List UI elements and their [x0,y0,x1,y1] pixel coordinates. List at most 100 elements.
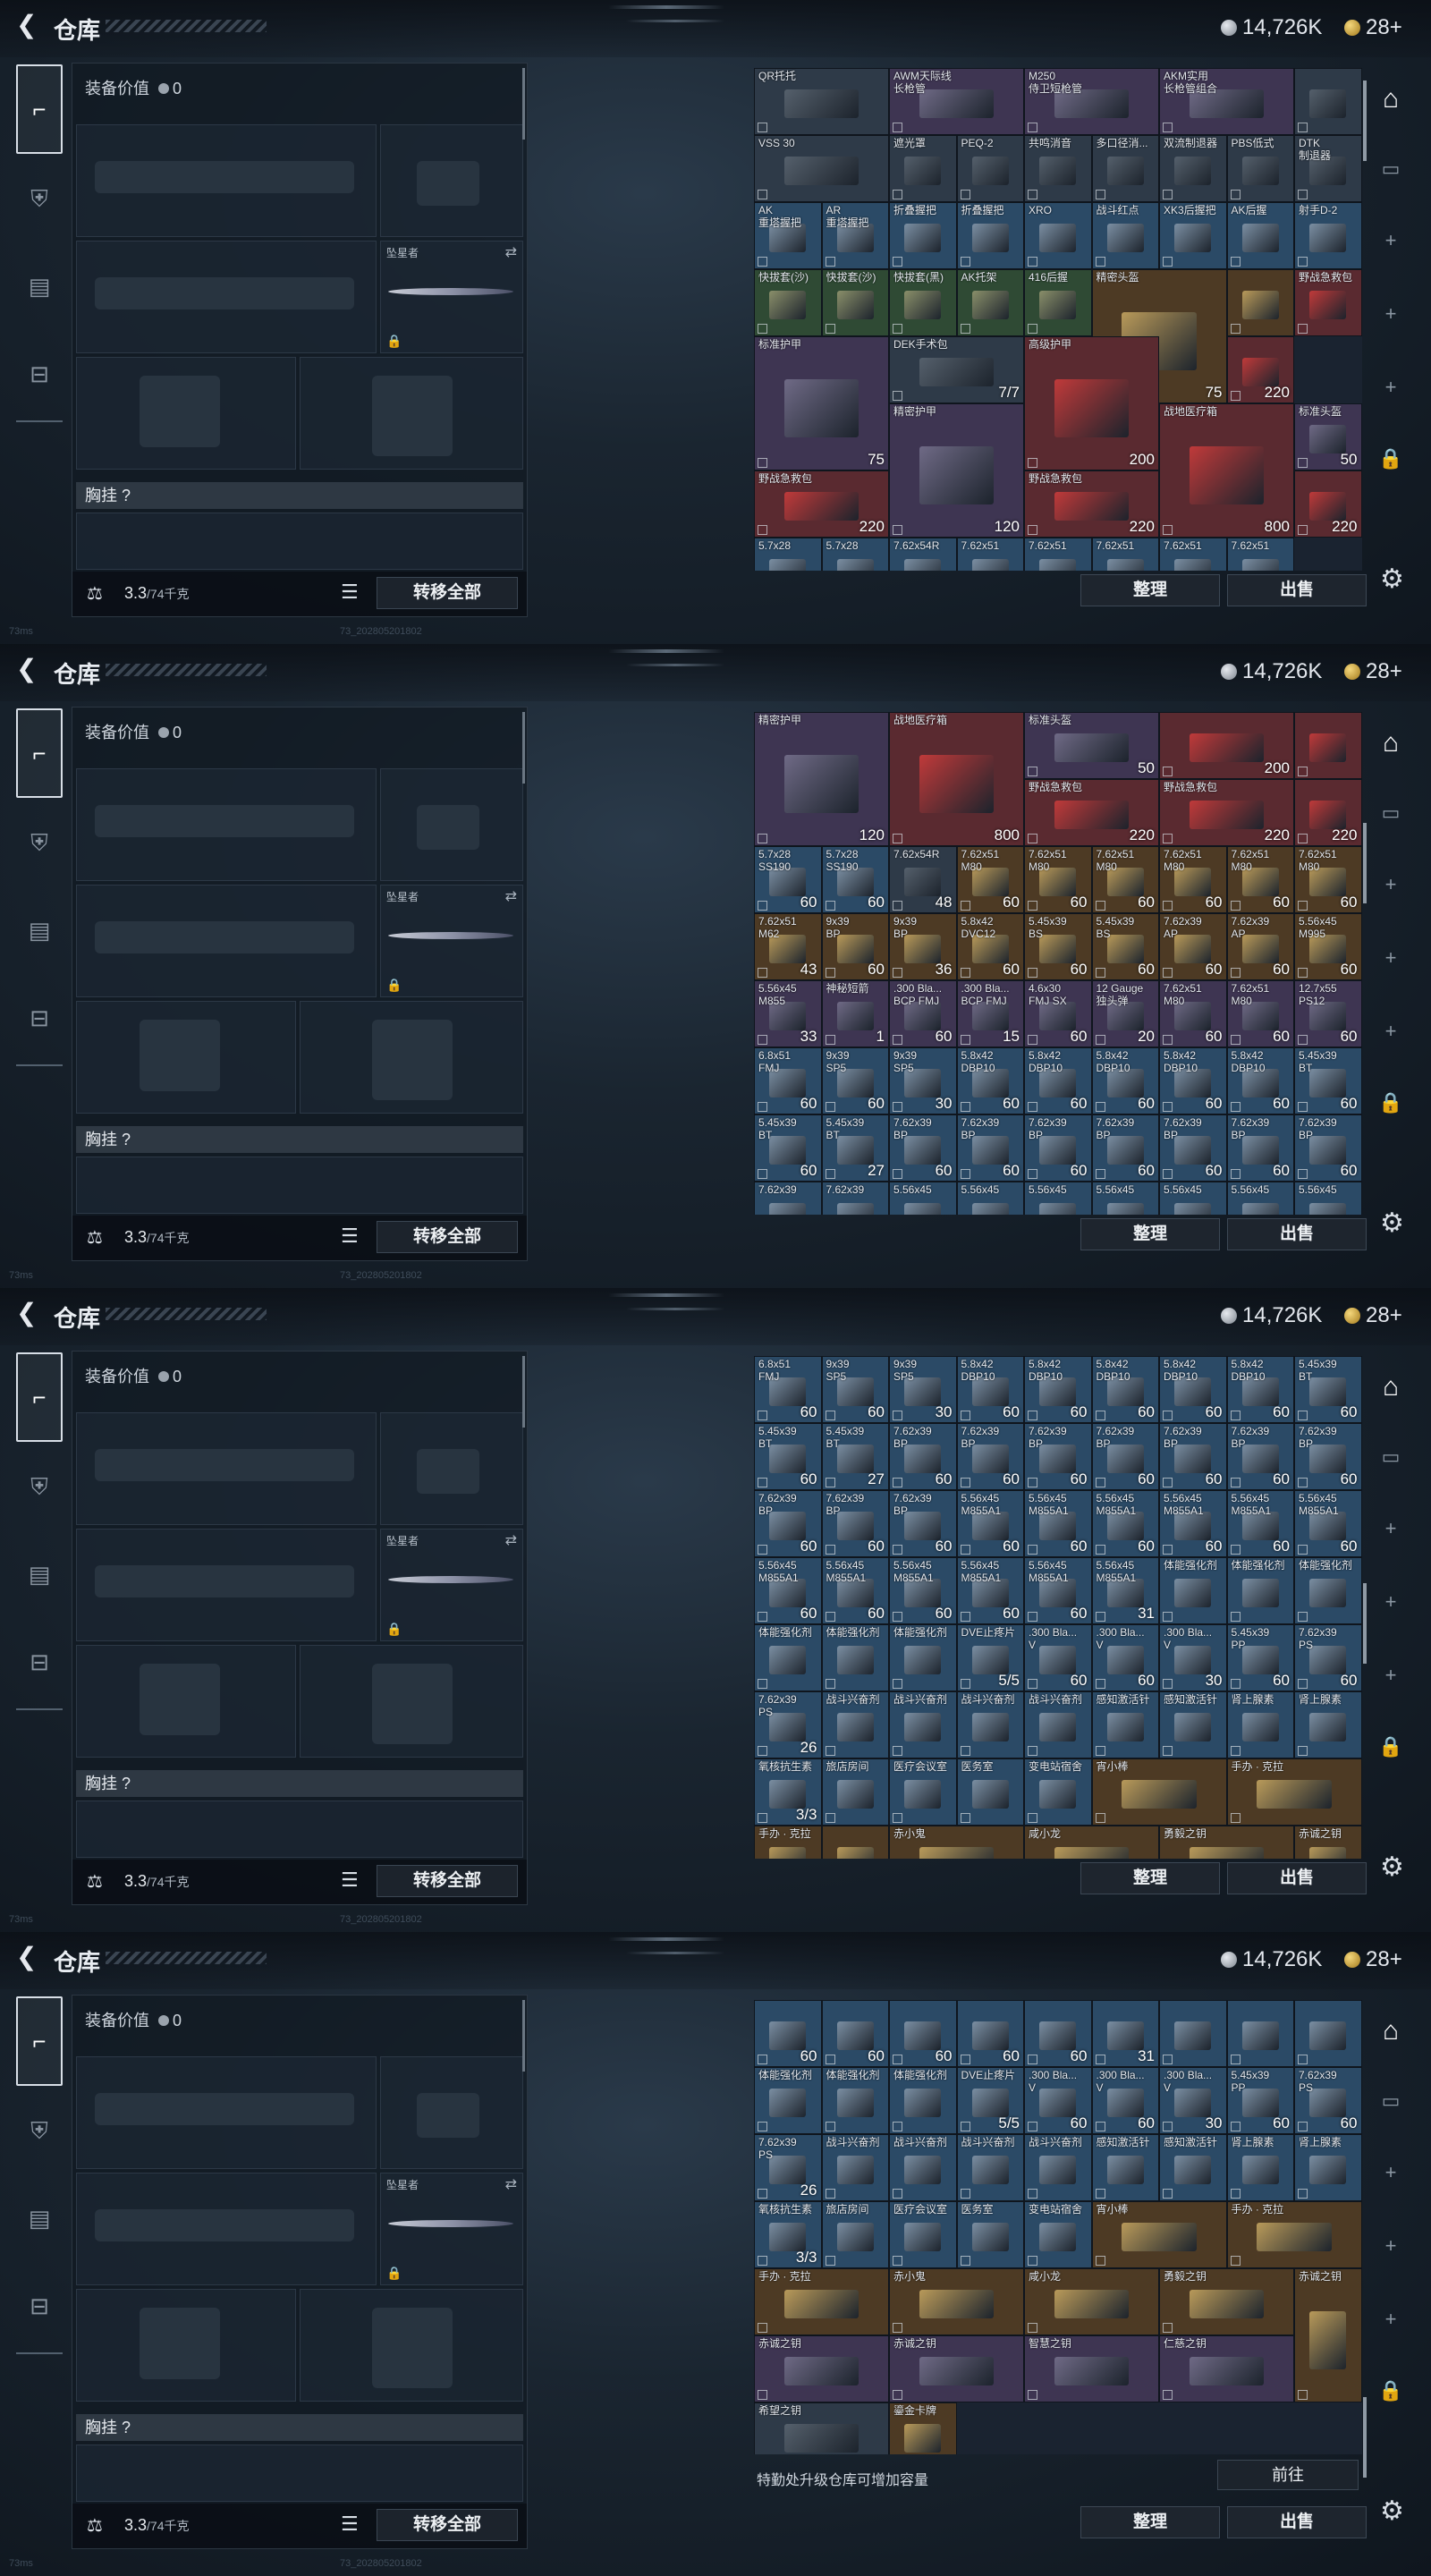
inventory-item[interactable]: 6.8x51 FMJ 60 [754,1047,822,1114]
inventory-item[interactable]: .300 Bla... V 60 [1091,1624,1159,1691]
inventory-item[interactable]: 5.56x45 M855A1 60 [1024,1557,1092,1624]
inventory-item[interactable]: 9x39 SP5 30 [889,1356,957,1423]
inventory-item[interactable]: 7.62x51 [1024,538,1092,571]
inventory-item[interactable]: 7.62x39 BP 60 [1226,1423,1294,1490]
inventory-item[interactable]: 体能强化剂 [1159,1557,1227,1624]
inventory-item[interactable]: 60 [821,2000,889,2067]
inventory-item[interactable]: 7.62x39 [821,1182,889,1215]
inventory-item[interactable]: 体能强化剂 [821,1624,889,1691]
sort-button[interactable]: 整理 [1080,1862,1220,1894]
inventory-item[interactable]: 7.62x39 BP 60 [1294,1423,1362,1490]
add-tab-icon[interactable]: + [1368,2161,1413,2184]
inventory-item[interactable]: 医疗会议室 [889,1758,957,1826]
inventory-item[interactable]: 7.62x39 AP 60 [1226,913,1294,980]
inventory-item[interactable]: 体能强化剂 [1294,1557,1362,1624]
inventory-item[interactable]: 肾上腺素 [1294,2134,1362,2201]
inventory-item[interactable]: 感知激活针 [1159,2134,1227,2201]
sort-button[interactable]: 整理 [1080,1218,1220,1250]
add-tab-icon[interactable]: + [1368,1590,1413,1614]
inventory-item[interactable]: 5.56x45 M855A1 60 [1159,1490,1227,1557]
inventory-item[interactable]: 9x39 SP5 60 [821,1356,889,1423]
inventory-item[interactable]: DVE止疼片 5/5 [956,1624,1024,1691]
inventory-item[interactable]: 7.62x39 BP 60 [1024,1423,1092,1490]
inventory-item[interactable]: 5.8x42 DBP10 60 [1024,1356,1092,1423]
display-tab-icon[interactable]: ▭ [1368,2089,1413,2113]
inventory-item[interactable]: 遮光罩 [889,135,957,202]
inventory-item[interactable]: 战地医疗箱 800 [1159,403,1294,538]
inventory-item[interactable]: 智慧之钥 [1024,2335,1159,2402]
inventory-item[interactable]: 旅店房间 [821,2201,889,2268]
inventory-item[interactable]: 野战急救包 220 [754,470,889,538]
inventory-item[interactable]: 5.45x39 BT 60 [754,1423,822,1490]
inventory-item[interactable]: 7.62x39 BP 60 [821,1490,889,1557]
inventory-item[interactable]: 标准头盔 50 [1294,403,1362,470]
inventory-item[interactable]: PEQ-2 [956,135,1024,202]
inventory-item[interactable]: 赤小鬼 [889,1826,1024,1859]
inventory-item[interactable]: 220 [1294,470,1362,538]
inventory-item[interactable]: 5.56x45 [1091,1182,1159,1215]
inventory-item[interactable]: 5.56x45 [956,1182,1024,1215]
inventory-item[interactable]: 5.45x39 BS 60 [1091,913,1159,980]
inventory-item[interactable]: 5.7x28 [754,538,822,571]
vest-nav-icon[interactable]: ▤ [20,1555,59,1594]
inventory-item[interactable]: 5.56x45 M855 33 [754,980,822,1047]
inventory-item[interactable]: 体能强化剂 [889,2067,957,2134]
inventory-item[interactable]: 战斗兴奋剂 [889,2134,957,2201]
inventory-item[interactable]: 快拔套(黑) [889,269,957,336]
inventory-item[interactable]: 战斗兴奋剂 [1024,1691,1092,1758]
weapon-nav-icon[interactable]: ⌐ [16,64,63,154]
inventory-item[interactable]: 5.8x42 DBP10 60 [956,1356,1024,1423]
warehouse-tab-icon[interactable]: ⌂ [1368,2016,1413,2046]
add-tab-icon[interactable]: + [1368,1020,1413,1043]
inventory-item[interactable]: 5.7x28 SS190 60 [754,846,822,913]
swap-icon[interactable]: ⇄ [505,1531,517,1549]
inventory-item[interactable]: 7.62x39 BP 60 [956,1114,1024,1182]
armor-nav-icon[interactable]: ⛨ [20,1467,59,1506]
chest-rig-slot[interactable] [76,513,523,570]
helmet-slot[interactable] [76,1001,296,1114]
add-tab-icon[interactable]: + [1368,1664,1413,1687]
sell-button[interactable]: 出售 [1227,1218,1367,1250]
helmet-slot[interactable] [76,2289,296,2402]
inventory-item[interactable]: 5.56x45 M855A1 60 [821,1557,889,1624]
inventory-item[interactable]: 5.8x42 DBP10 60 [1226,1356,1294,1423]
inventory-item[interactable]: .300 Bla... V 30 [1159,1624,1227,1691]
warehouse-tab-icon[interactable]: ⌂ [1368,84,1413,114]
inventory-item[interactable]: .300 Bla... V 60 [1024,2067,1092,2134]
inventory-item[interactable]: 手办 · 克拉 [754,1826,822,1859]
inventory-item[interactable]: 5.45x39 BT 60 [1294,1356,1362,1423]
inventory-item[interactable]: 5.56x45 M855A1 60 [1294,1490,1362,1557]
pistol-slot[interactable] [380,768,523,881]
inventory-item[interactable]: 220 [1294,779,1362,846]
inventory-item[interactable]: 变电站宿舍 [1024,1758,1092,1826]
inventory-item[interactable]: 体能强化剂 [754,2067,822,2134]
inventory-item[interactable]: PBS低式 [1226,135,1294,202]
display-tab-icon[interactable]: ▭ [1368,801,1413,825]
inventory-item[interactable]: 战斗兴奋剂 [821,2134,889,2201]
weapon-nav-icon[interactable]: ⌐ [16,1996,63,2086]
inventory-item[interactable]: 60 [754,2000,822,2067]
transfer-all-button[interactable]: 转移全部 [377,2509,518,2541]
inventory-item[interactable]: 31 [1091,2000,1159,2067]
backpack-nav-icon[interactable]: ⊟ [20,1642,59,1682]
inventory-item[interactable] [1226,269,1294,336]
inventory-item[interactable]: AK后握 [1226,202,1294,269]
inventory-item[interactable]: 战斗兴奋剂 [956,1691,1024,1758]
inventory-item[interactable]: 7.62x51 M80 60 [1226,980,1294,1047]
vest-nav-icon[interactable]: ▤ [20,911,59,950]
inventory-item[interactable]: 9x39 BP 36 [889,913,957,980]
inventory-item[interactable]: 5.8x42 DVC12 60 [956,913,1024,980]
backpack-nav-icon[interactable]: ⊟ [20,998,59,1038]
primary-weapon-slot[interactable] [76,768,377,881]
primary-weapon-slot[interactable] [76,2056,377,2169]
vest-nav-icon[interactable]: ▤ [20,267,59,306]
inventory-item[interactable]: DEK手术包 7/7 [889,336,1024,403]
inventory-item[interactable]: AWM天际线 长枪管 [889,68,1024,135]
inventory-item[interactable]: 9x39 SP5 60 [821,1047,889,1114]
backpack-nav-icon[interactable]: ⊟ [20,354,59,394]
swap-icon[interactable]: ⇄ [505,243,517,261]
inventory-item[interactable]: 5.8x42 DBP10 60 [1091,1047,1159,1114]
inventory-item[interactable]: 7.62x39 PS 60 [1294,1624,1362,1691]
inventory-item[interactable]: AR 重塔握把 [821,202,889,269]
inventory-item[interactable]: 氧核抗生素 3/3 [754,1758,822,1826]
